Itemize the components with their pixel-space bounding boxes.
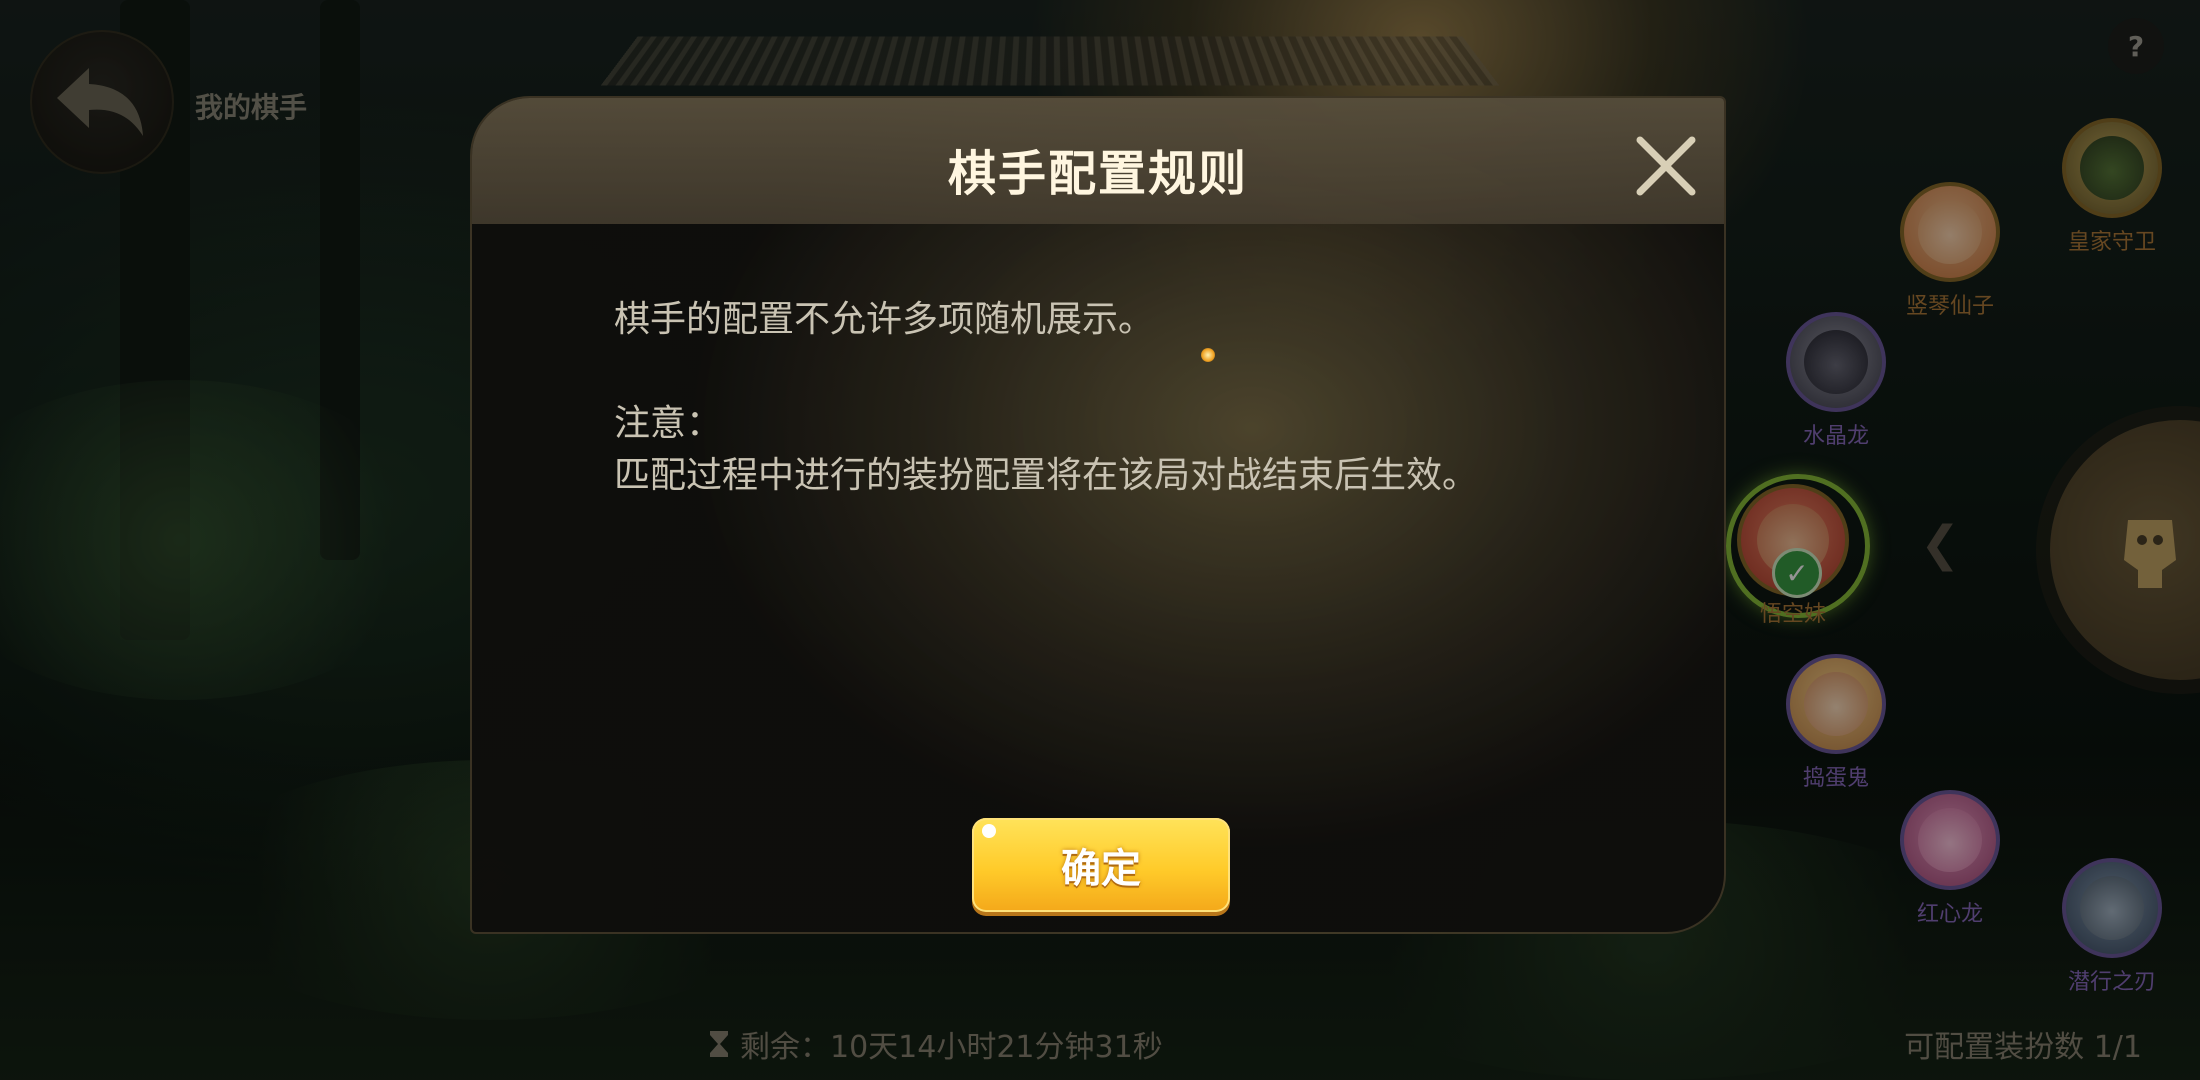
sparkle (1201, 348, 1215, 362)
rule-text: 棋手的配置不允许多项随机展示。 (614, 299, 1155, 340)
dialog-body: 棋手的配置不允许多项随机展示。 注意： 匹配过程中进行的装扮配置将在该局对战结束… (614, 294, 1614, 502)
confirm-button[interactable]: 确定 (972, 818, 1230, 912)
note-label: 注意： (614, 403, 723, 444)
close-icon[interactable] (1634, 134, 1698, 198)
rules-dialog: 棋手配置规则 棋手的配置不允许多项随机展示。 注意： 匹配过程中进行的装扮配置将… (470, 96, 1726, 934)
button-shine (982, 824, 996, 838)
dialog-title: 棋手配置规则 (947, 146, 1248, 202)
confirm-label: 确定 (1061, 846, 1141, 892)
note-text: 匹配过程中进行的装扮配置将在该局对战结束后生效。 (614, 455, 1479, 496)
